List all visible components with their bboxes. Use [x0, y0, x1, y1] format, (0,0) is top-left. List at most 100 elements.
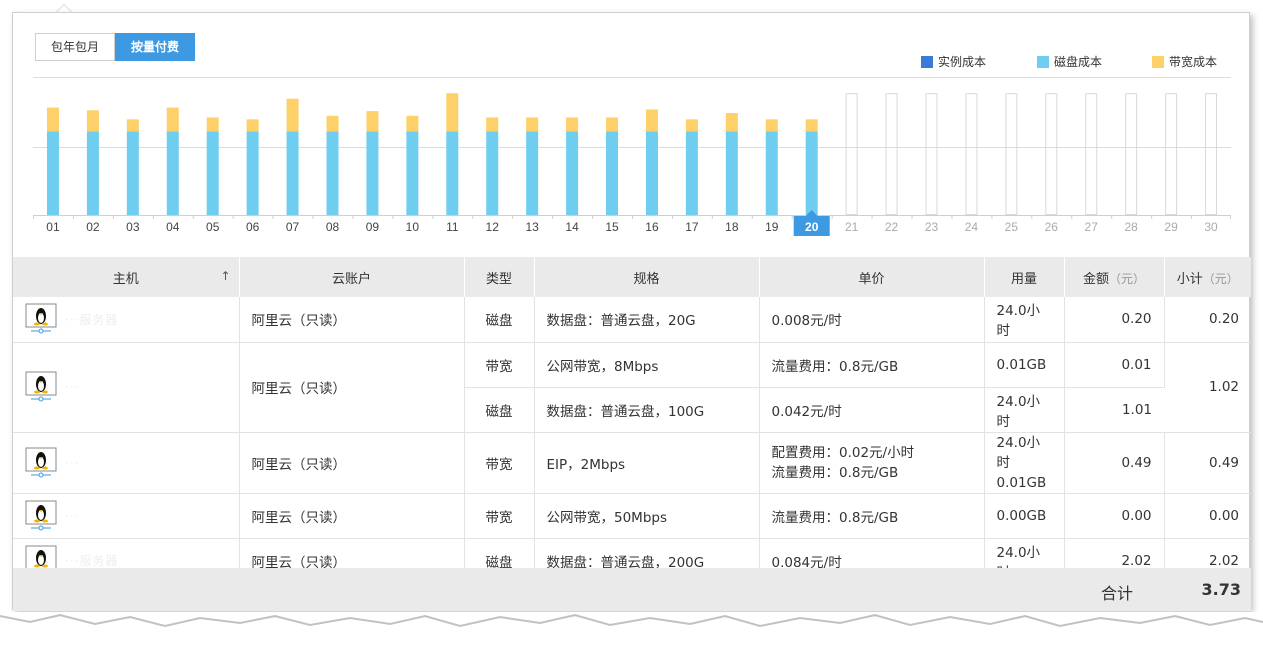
host-name: ···服务器 [65, 312, 119, 327]
usage-line: 0.01GB [996, 474, 1047, 491]
legend-label-disk: 磁盘成本 [1054, 55, 1103, 69]
chart-bar-segment [526, 117, 539, 132]
amount-cell: 0.00 [1064, 493, 1165, 539]
chart-bar-segment [685, 131, 698, 215]
chart-tick-label: 23 [925, 220, 939, 234]
chart-bar-segment [46, 131, 59, 215]
chart-tick-label: 10 [406, 220, 420, 234]
host-name: ··· [65, 508, 80, 523]
chart-bar-segment [606, 131, 619, 215]
account-cell: 阿里云（只读） [239, 432, 465, 494]
chart-empty-bar [1205, 93, 1218, 215]
chart-tick-label: 06 [246, 220, 260, 234]
table-row: ··· 阿里云（只读） 带宽 公网带宽，8Mbps 流量费用：0.8元/GB 0… [13, 342, 1251, 433]
account-cell: 阿里云（只读） [239, 342, 465, 433]
table-row: ··· 阿里云（只读） 带宽 公网带宽，50Mbps 流量费用：0.8元/GB … [13, 493, 1251, 539]
legend-swatch-instance [921, 55, 933, 68]
daily-cost-chart-svg: 01 02 03 04 05 06 07 08 09 10 11 12 13 14 15 16 17 18 19 20… [33, 77, 1231, 236]
chart-empty-bar [845, 93, 858, 215]
chart-tick-label: 18 [725, 220, 739, 234]
chart-tick-label: 12 [486, 220, 500, 234]
legend-swatch-bandwidth [1152, 55, 1164, 68]
price-cell: 0.042元/时 [759, 387, 985, 433]
chart-tick-label: 30 [1204, 220, 1218, 234]
spec-cell: 公网带宽，8Mbps [534, 342, 760, 388]
chart-bar-segment [406, 131, 419, 215]
chart-tick-label: 27 [1085, 220, 1099, 234]
host-cell[interactable]: ··· [13, 493, 240, 539]
chart-tick-label: 29 [1164, 220, 1178, 234]
spec-cell: 数据盘：普通云盘，100G [534, 387, 760, 433]
amount-cell: 0.01 [1064, 342, 1165, 388]
chart-bar-segment [286, 98, 299, 132]
host-cell[interactable]: ···服务器 [13, 297, 240, 343]
price-cell: 配置费用：0.02元/小时 流量费用：0.8元/GB [759, 432, 985, 494]
chart-bar-segment [366, 131, 379, 215]
table-header-row: 主机 ↑ 云账户 类型 规格 单价 用量 金额（元） 小计（元） [13, 257, 1251, 297]
chart-empty-bar [1005, 93, 1018, 215]
chart-tick-label: 07 [286, 220, 300, 234]
price-line: 配置费用：0.02元/小时 [771, 444, 915, 461]
price-cell: 流量费用：0.8元/GB [759, 493, 985, 539]
linux-server-icon [25, 303, 57, 335]
host-cell[interactable]: ··· [13, 432, 240, 494]
chart-tick-label: 02 [86, 220, 100, 234]
header-type: 类型 [464, 257, 535, 297]
price-cell: 流量费用：0.8元/GB [759, 342, 985, 388]
chart-tick-label: 11 [446, 220, 459, 234]
chart-tick-label: 22 [885, 220, 899, 234]
chart-tick-label: 14 [565, 220, 579, 234]
legend-item-bandwidth[interactable]: 带宽成本 [1152, 53, 1217, 70]
host-cell[interactable]: ··· [13, 342, 240, 433]
type-cell: 带宽 [464, 432, 535, 494]
chart-empty-bar [925, 93, 938, 215]
chart-bar-segment [805, 119, 818, 132]
chart-empty-bar [965, 93, 978, 215]
torn-edge-decoration [0, 612, 1263, 628]
chart-empty-bar [1045, 93, 1058, 215]
chart-bar-segment [406, 115, 419, 132]
chart-empty-bar [885, 93, 898, 215]
sort-asc-icon[interactable]: ↑ [220, 269, 230, 283]
chart-tick-label: 26 [1045, 220, 1059, 234]
usage-cell: 24.0小时 [984, 387, 1065, 433]
usage-cell: 0.01GB [984, 342, 1065, 388]
chart-tick-label: 21 [845, 220, 859, 234]
amount-cell: 0.49 [1064, 432, 1165, 494]
header-host[interactable]: 主机 ↑ [13, 257, 240, 297]
spec-cell: 公网带宽，50Mbps [534, 493, 760, 539]
daily-cost-chart: 01 02 03 04 05 06 07 08 09 10 11 12 13 14 15 16 17 18 19 20… [33, 77, 1231, 239]
chart-bar-segment [566, 131, 579, 215]
chart-tick-label: 15 [605, 220, 619, 234]
subtotal-cell: 0.00 [1164, 493, 1251, 539]
legend-item-instance[interactable]: 实例成本 [921, 53, 986, 70]
legend-item-disk[interactable]: 磁盘成本 [1037, 53, 1102, 70]
total-row: 合计 3.73 [13, 568, 1251, 611]
chart-bar-segment [366, 111, 379, 132]
chart-bar-segment [645, 109, 658, 132]
chart-tick-label: 16 [645, 220, 659, 234]
chart-tick-label: 25 [1005, 220, 1019, 234]
header-amount-label: 金额 [1082, 271, 1109, 287]
header-amount-unit: （元） [1109, 271, 1146, 286]
amount-cell: 0.20 [1064, 297, 1165, 343]
usage-cell: 0.00GB [984, 493, 1065, 539]
header-subtotal-unit: （元） [1202, 271, 1239, 286]
chart-tick-label: 01 [46, 220, 60, 234]
chart-tick-label: 20 [805, 220, 819, 234]
chart-bar-segment [486, 131, 499, 215]
chart-bar-segment [326, 115, 339, 132]
host-name: ··· [65, 380, 80, 394]
total-label: 合计 [1100, 584, 1133, 603]
chart-bar-segment [725, 113, 738, 132]
account-cell: 阿里云（只读） [239, 493, 465, 539]
subtotal-cell: 0.20 [1164, 297, 1251, 343]
chart-bar-segment [246, 131, 259, 215]
chart-tick-label: 13 [525, 220, 539, 234]
table-row: ··· 阿里云（只读） 带宽 EIP，2Mbps 配置费用：0.02元/小时 流量… [13, 432, 1251, 494]
cost-table: 主机 ↑ 云账户 类型 规格 单价 用量 金额（元） 小计（元） ···服务器 阿… [13, 257, 1251, 584]
total-value: 3.73 [1201, 580, 1241, 599]
chart-bar-segment [166, 131, 179, 215]
popover-caret [56, 4, 72, 12]
chart-bar-segment [805, 131, 818, 215]
